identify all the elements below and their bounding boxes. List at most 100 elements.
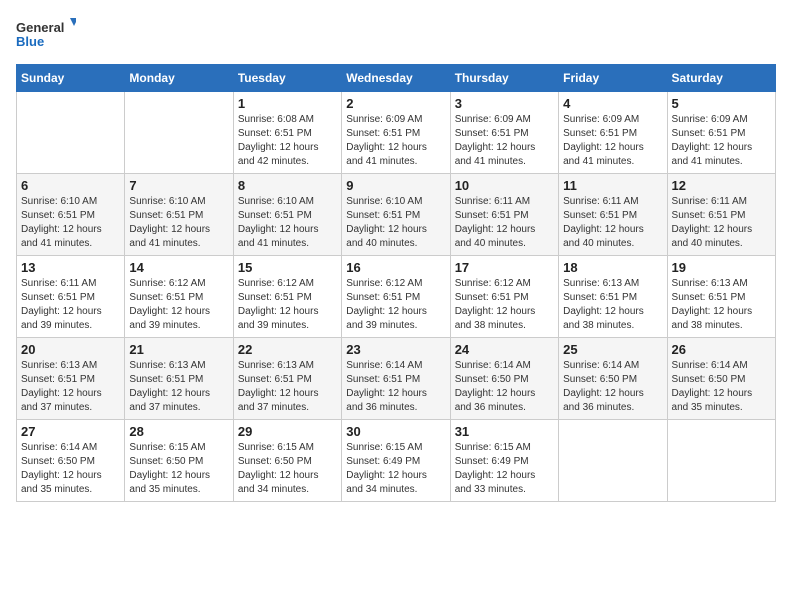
- day-number: 26: [672, 342, 771, 357]
- day-number: 1: [238, 96, 337, 111]
- day-cell: 2Sunrise: 6:09 AM Sunset: 6:51 PM Daylig…: [342, 92, 450, 174]
- day-cell: 23 Sunrise: 6:14 AM Sunset: 6:51 PM Dayli…: [342, 338, 450, 420]
- day-cell: 20Sunrise: 6:13 AM Sunset: 6:51 PM Dayli…: [17, 338, 125, 420]
- day-info: Sunrise: 6:11 AM Sunset: 6:51 PM Dayligh…: [563, 195, 662, 251]
- day-cell: 12 Sunrise: 6:11 AM Sunset: 6:51 PM Dayli…: [667, 174, 775, 256]
- day-cell: 22Sunrise: 6:13 AM Sunset: 6:51 PM Dayli…: [233, 338, 341, 420]
- day-info: Sunrise: 6:11 AM Sunset: 6:51 PM Dayligh…: [21, 277, 120, 333]
- day-number: 21: [129, 342, 228, 357]
- day-number: 9: [346, 178, 445, 193]
- day-number: 23: [346, 342, 445, 357]
- svg-text:General: General: [16, 20, 64, 35]
- day-number: 20: [21, 342, 120, 357]
- header-row: SundayMondayTuesdayWednesdayThursdayFrid…: [17, 65, 776, 92]
- day-info: Sunrise: 6:13 AM Sunset: 6:51 PM Dayligh…: [672, 277, 771, 333]
- day-info: Sunrise: 6:13 AM Sunset: 6:51 PM Dayligh…: [238, 359, 337, 415]
- day-number: 14: [129, 260, 228, 275]
- day-info: Sunrise: 6:15 AM Sunset: 6:50 PM Dayligh…: [129, 441, 228, 497]
- day-cell: 1 Sunrise: 6:08 AM Sunset: 6:51 PM Daylig…: [233, 92, 341, 174]
- day-cell: 14 Sunrise: 6:12 AM Sunset: 6:51 PM Dayli…: [125, 256, 233, 338]
- day-cell: 26 Sunrise: 6:14 AM Sunset: 6:50 PM Dayli…: [667, 338, 775, 420]
- day-cell: 11 Sunrise: 6:11 AM Sunset: 6:51 PM Dayli…: [559, 174, 667, 256]
- day-info: Sunrise: 6:15 AM Sunset: 6:50 PM Dayligh…: [238, 441, 337, 497]
- day-cell: 6 Sunrise: 6:10 AM Sunset: 6:51 PM Daylig…: [17, 174, 125, 256]
- week-row-3: 13 Sunrise: 6:11 AM Sunset: 6:51 PM Dayli…: [17, 256, 776, 338]
- week-row-1: 1 Sunrise: 6:08 AM Sunset: 6:51 PM Daylig…: [17, 92, 776, 174]
- day-cell: 17 Sunrise: 6:12 AM Sunset: 6:51 PM Dayli…: [450, 256, 558, 338]
- day-cell: 16Sunrise: 6:12 AM Sunset: 6:51 PM Dayli…: [342, 256, 450, 338]
- day-info: Sunrise: 6:13 AM Sunset: 6:51 PM Dayligh…: [563, 277, 662, 333]
- day-number: 12: [672, 178, 771, 193]
- day-number: 16: [346, 260, 445, 275]
- day-info: Sunrise: 6:12 AM Sunset: 6:51 PM Dayligh…: [129, 277, 228, 333]
- day-number: 27: [21, 424, 120, 439]
- day-cell: 30Sunrise: 6:15 AM Sunset: 6:49 PM Dayli…: [342, 420, 450, 502]
- header-cell-saturday: Saturday: [667, 65, 775, 92]
- day-number: 5: [672, 96, 771, 111]
- day-info: Sunrise: 6:10 AM Sunset: 6:51 PM Dayligh…: [129, 195, 228, 251]
- day-info: Sunrise: 6:10 AM Sunset: 6:51 PM Dayligh…: [346, 195, 445, 251]
- day-number: 25: [563, 342, 662, 357]
- day-info: Sunrise: 6:09 AM Sunset: 6:51 PM Dayligh…: [455, 113, 554, 169]
- day-info: Sunrise: 6:12 AM Sunset: 6:51 PM Dayligh…: [455, 277, 554, 333]
- day-cell: 29 Sunrise: 6:15 AM Sunset: 6:50 PM Dayli…: [233, 420, 341, 502]
- day-cell: 24Sunrise: 6:14 AM Sunset: 6:50 PM Dayli…: [450, 338, 558, 420]
- svg-text:Blue: Blue: [16, 34, 44, 49]
- day-info: Sunrise: 6:14 AM Sunset: 6:50 PM Dayligh…: [21, 441, 120, 497]
- day-number: 13: [21, 260, 120, 275]
- logo: General Blue: [16, 16, 76, 52]
- day-number: 3: [455, 96, 554, 111]
- day-cell: [667, 420, 775, 502]
- day-info: Sunrise: 6:15 AM Sunset: 6:49 PM Dayligh…: [346, 441, 445, 497]
- day-info: Sunrise: 6:10 AM Sunset: 6:51 PM Dayligh…: [238, 195, 337, 251]
- day-info: Sunrise: 6:10 AM Sunset: 6:51 PM Dayligh…: [21, 195, 120, 251]
- day-cell: 15 Sunrise: 6:12 AM Sunset: 6:51 PM Dayli…: [233, 256, 341, 338]
- day-cell: 10Sunrise: 6:11 AM Sunset: 6:51 PM Dayli…: [450, 174, 558, 256]
- day-info: Sunrise: 6:14 AM Sunset: 6:50 PM Dayligh…: [563, 359, 662, 415]
- day-info: Sunrise: 6:13 AM Sunset: 6:51 PM Dayligh…: [129, 359, 228, 415]
- day-number: 17: [455, 260, 554, 275]
- day-number: 24: [455, 342, 554, 357]
- calendar-header: SundayMondayTuesdayWednesdayThursdayFrid…: [17, 65, 776, 92]
- day-cell: 9 Sunrise: 6:10 AM Sunset: 6:51 PM Daylig…: [342, 174, 450, 256]
- day-number: 8: [238, 178, 337, 193]
- day-number: 2: [346, 96, 445, 111]
- day-cell: 3 Sunrise: 6:09 AM Sunset: 6:51 PM Daylig…: [450, 92, 558, 174]
- day-number: 15: [238, 260, 337, 275]
- day-number: 11: [563, 178, 662, 193]
- day-info: Sunrise: 6:14 AM Sunset: 6:50 PM Dayligh…: [672, 359, 771, 415]
- week-row-2: 6 Sunrise: 6:10 AM Sunset: 6:51 PM Daylig…: [17, 174, 776, 256]
- day-number: 6: [21, 178, 120, 193]
- logo-svg: General Blue: [16, 16, 76, 52]
- day-cell: [125, 92, 233, 174]
- calendar-table: SundayMondayTuesdayWednesdayThursdayFrid…: [16, 64, 776, 502]
- day-info: Sunrise: 6:09 AM Sunset: 6:51 PM Dayligh…: [672, 113, 771, 169]
- header-cell-sunday: Sunday: [17, 65, 125, 92]
- day-cell: 8 Sunrise: 6:10 AM Sunset: 6:51 PM Daylig…: [233, 174, 341, 256]
- day-number: 18: [563, 260, 662, 275]
- header-cell-tuesday: Tuesday: [233, 65, 341, 92]
- day-info: Sunrise: 6:09 AM Sunset: 6:51 PM Dayligh…: [563, 113, 662, 169]
- day-info: Sunrise: 6:11 AM Sunset: 6:51 PM Dayligh…: [672, 195, 771, 251]
- day-info: Sunrise: 6:12 AM Sunset: 6:51 PM Dayligh…: [238, 277, 337, 333]
- day-cell: 18 Sunrise: 6:13 AM Sunset: 6:51 PM Dayli…: [559, 256, 667, 338]
- day-cell: 31Sunrise: 6:15 AM Sunset: 6:49 PM Dayli…: [450, 420, 558, 502]
- day-number: 29: [238, 424, 337, 439]
- day-number: 4: [563, 96, 662, 111]
- header-cell-thursday: Thursday: [450, 65, 558, 92]
- week-row-5: 27 Sunrise: 6:14 AM Sunset: 6:50 PM Dayli…: [17, 420, 776, 502]
- day-cell: 21 Sunrise: 6:13 AM Sunset: 6:51 PM Dayli…: [125, 338, 233, 420]
- day-cell: 5 Sunrise: 6:09 AM Sunset: 6:51 PM Daylig…: [667, 92, 775, 174]
- day-cell: [559, 420, 667, 502]
- day-cell: 4 Sunrise: 6:09 AM Sunset: 6:51 PM Daylig…: [559, 92, 667, 174]
- day-number: 19: [672, 260, 771, 275]
- day-number: 10: [455, 178, 554, 193]
- day-cell: 27 Sunrise: 6:14 AM Sunset: 6:50 PM Dayli…: [17, 420, 125, 502]
- day-info: Sunrise: 6:14 AM Sunset: 6:51 PM Dayligh…: [346, 359, 445, 415]
- day-cell: 13 Sunrise: 6:11 AM Sunset: 6:51 PM Dayli…: [17, 256, 125, 338]
- header-cell-friday: Friday: [559, 65, 667, 92]
- page-header: General Blue: [16, 16, 776, 52]
- week-row-4: 20 Sunrise: 6:13 AM Sunset: 6:51 PM Dayli…: [17, 338, 776, 420]
- day-info: Sunrise: 6:08 AM Sunset: 6:51 PM Dayligh…: [238, 113, 337, 169]
- day-number: 7: [129, 178, 228, 193]
